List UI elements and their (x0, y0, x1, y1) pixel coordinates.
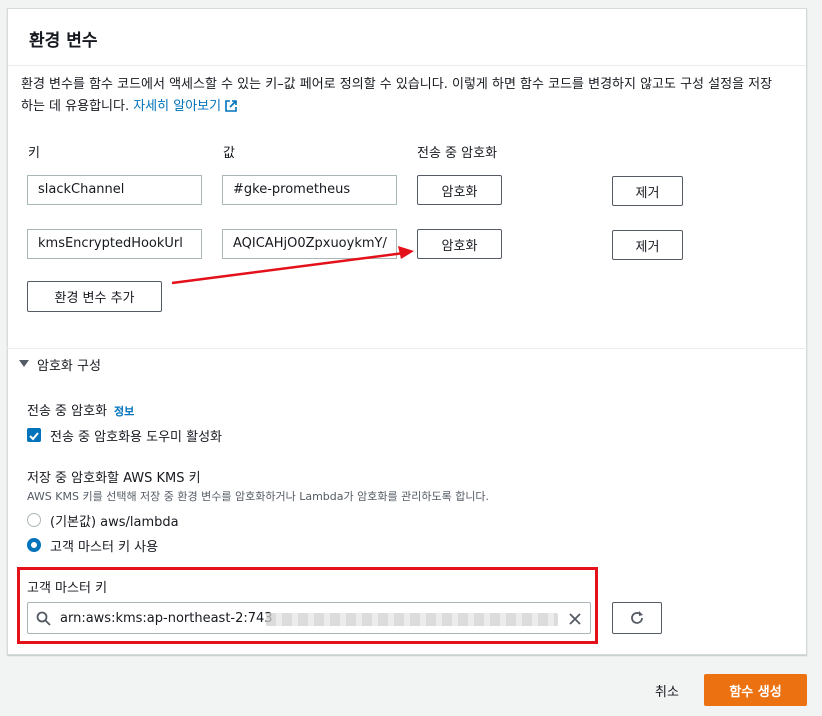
refresh-button[interactable] (612, 602, 662, 634)
close-icon[interactable] (568, 611, 582, 630)
encrypt-button[interactable]: 암호화 (417, 175, 502, 205)
learn-more-link[interactable]: 자세히 알아보기 (133, 99, 237, 114)
transit-encryption-field: 전송 중 암호화 정보 (27, 400, 134, 419)
create-function-button[interactable]: 함수 생성 (704, 674, 807, 706)
radio-customer-key[interactable] (27, 538, 41, 552)
redacted-region (266, 613, 558, 626)
column-header-value: 값 (223, 146, 235, 161)
remove-button[interactable]: 제거 (612, 176, 683, 206)
env-value-input[interactable]: #gke-prometheus (222, 175, 397, 205)
encryption-config-label: 암호화 구성 (37, 359, 101, 374)
info-link[interactable]: 정보 (114, 405, 134, 418)
transit-encryption-label: 전송 중 암호화 (27, 404, 108, 419)
env-key-input[interactable]: slackChannel (27, 175, 202, 205)
panel-description: 환경 변수를 함수 코드에서 액세스할 수 있는 키–값 페어로 정의할 수 있… (21, 74, 781, 120)
radio-default-key[interactable] (27, 513, 41, 527)
encryption-config-toggle[interactable]: 암호화 구성 (19, 355, 101, 374)
remove-button[interactable]: 제거 (612, 230, 683, 260)
search-icon (36, 611, 51, 630)
cancel-button[interactable]: 취소 (655, 681, 679, 700)
column-header-encrypt: 전송 중 암호화 (417, 146, 498, 161)
radio-customer-key-label: 고객 마스터 키 사용 (50, 540, 159, 555)
encrypt-button[interactable]: 암호화 (417, 229, 502, 259)
radio-default-key-label: (기본값) aws/lambda (50, 515, 179, 530)
learn-more-label: 자세히 알아보기 (133, 99, 222, 114)
transit-helper-checkbox[interactable] (27, 428, 41, 442)
section-divider (7, 348, 807, 349)
checkmark-icon (29, 432, 39, 441)
panel-title: 환경 변수 (29, 31, 98, 51)
external-link-icon (225, 98, 237, 120)
cmk-search-input[interactable]: arn:aws:kms:ap-northeast-2:743 (27, 602, 591, 634)
cmk-value: arn:aws:kms:ap-northeast-2:743 (60, 611, 273, 626)
caret-down-icon (19, 357, 29, 372)
kms-key-description: AWS KMS 키를 선택해 저장 중 환경 변수를 암호화하거나 Lambda… (27, 490, 490, 503)
column-header-key: 키 (28, 146, 40, 161)
env-key-input[interactable]: kmsEncryptedHookUrl (27, 229, 202, 259)
refresh-icon (631, 611, 643, 624)
transit-helper-label: 전송 중 암호화용 도우미 활성화 (50, 430, 223, 445)
kms-key-label: 저장 중 암호화할 AWS KMS 키 (27, 471, 201, 486)
add-env-variable-button[interactable]: 환경 변수 추가 (27, 281, 162, 312)
env-value-input[interactable]: AQICAHjO0ZpxuoykmY/ (222, 229, 397, 259)
panel-header: 환경 변수 (8, 9, 806, 66)
cmk-field-label: 고객 마스터 키 (27, 581, 108, 596)
